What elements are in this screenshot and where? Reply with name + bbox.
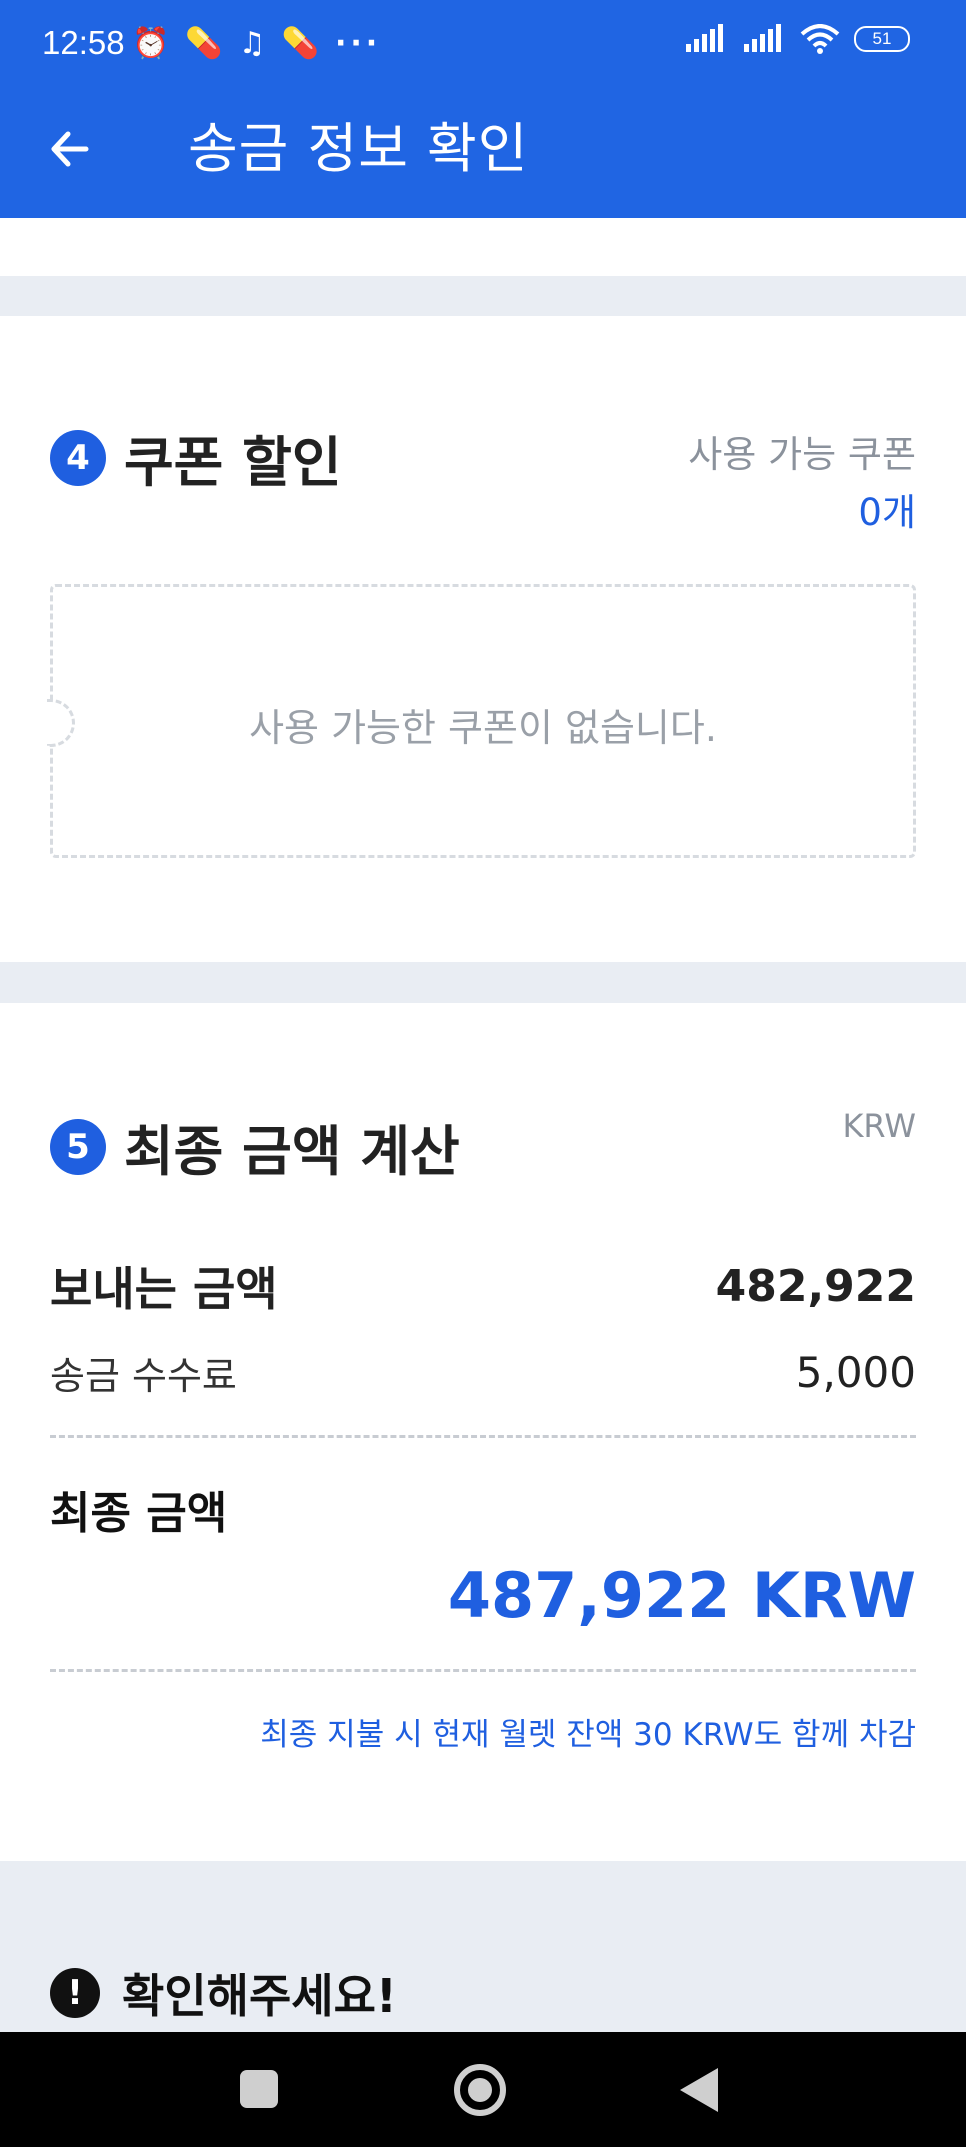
step-badge: 4 bbox=[50, 429, 106, 486]
fee-row: 송금 수수료 5,000 bbox=[50, 1345, 916, 1400]
notice-header: ! 확인해주세요! bbox=[50, 1960, 397, 2026]
notification-icons: ⏰ 💊 ♫ 💊 ··· bbox=[132, 24, 381, 64]
top-spacer bbox=[0, 218, 966, 276]
signal-icon bbox=[686, 24, 723, 52]
home-icon[interactable] bbox=[454, 2064, 506, 2116]
available-coupon-label: 사용 가능 쿠폰 bbox=[688, 433, 916, 476]
send-amount-value: 482,922 bbox=[715, 1260, 916, 1312]
divider bbox=[50, 1669, 916, 1672]
more-notifications-icon: ··· bbox=[334, 26, 382, 61]
calc-section-header: 5 최종 금액 계산 bbox=[50, 1107, 460, 1186]
section-title: 최종 금액 계산 bbox=[124, 1120, 460, 1183]
final-amount-section: 5 최종 금액 계산 KRW 보내는 금액 482,922 송금 수수료 5,0… bbox=[0, 1003, 966, 1861]
recent-apps-icon[interactable] bbox=[240, 2070, 278, 2108]
notification-icon: ♫ bbox=[238, 26, 266, 61]
fee-value: 5,000 bbox=[795, 1348, 916, 1397]
fee-label: 송금 수수료 bbox=[50, 1354, 237, 1398]
notice-title: 확인해주세요! bbox=[122, 1969, 397, 2023]
section-title: 쿠폰 할인 bbox=[124, 431, 342, 494]
battery-icon: 51 bbox=[854, 26, 910, 52]
pill-icon-2: 💊 bbox=[281, 26, 319, 61]
empty-coupon-message: 사용 가능한 쿠폰이 없습니다. bbox=[249, 706, 717, 750]
back-triangle-icon[interactable] bbox=[680, 2068, 718, 2112]
app-bar: 송금 정보 확인 bbox=[0, 88, 966, 218]
signal-icon-2 bbox=[744, 24, 781, 52]
wallet-deduction-note: 최종 지불 시 현재 월렛 잔액 30 KRW도 함께 차감 bbox=[260, 1717, 916, 1753]
coupon-section-header: 4 쿠폰 할인 bbox=[50, 418, 342, 497]
wifi-icon bbox=[800, 24, 840, 54]
divider bbox=[50, 1435, 916, 1438]
exclamation-icon: ! bbox=[50, 1968, 100, 2018]
available-coupon-count[interactable]: 0개 bbox=[858, 482, 916, 536]
coupon-section: 4 쿠폰 할인 사용 가능 쿠폰 0개 사용 가능한 쿠폰이 없습니다. bbox=[0, 316, 966, 962]
system-icons: 51 bbox=[684, 24, 910, 54]
step-badge: 5 bbox=[50, 1118, 106, 1175]
system-nav-bar bbox=[0, 2032, 966, 2147]
send-amount-label: 보내는 금액 bbox=[50, 1262, 278, 1316]
final-amount-value: 487,922 KRW bbox=[447, 1559, 916, 1632]
currency-label: KRW bbox=[842, 1107, 916, 1145]
final-amount-label: 최종 금액 bbox=[50, 1488, 228, 1539]
status-time: 12:58 bbox=[42, 24, 125, 61]
coupon-placeholder: 사용 가능한 쿠폰이 없습니다. bbox=[47, 584, 916, 858]
back-arrow-icon[interactable] bbox=[46, 124, 96, 174]
page-title: 송금 정보 확인 bbox=[188, 117, 529, 180]
status-bar: 12:58 ⏰ 💊 ♫ 💊 ··· 51 bbox=[0, 0, 966, 88]
send-amount-row: 보내는 금액 482,922 bbox=[50, 1253, 916, 1319]
alarm-icon: ⏰ bbox=[132, 26, 170, 61]
pill-icon: 💊 bbox=[185, 26, 223, 61]
